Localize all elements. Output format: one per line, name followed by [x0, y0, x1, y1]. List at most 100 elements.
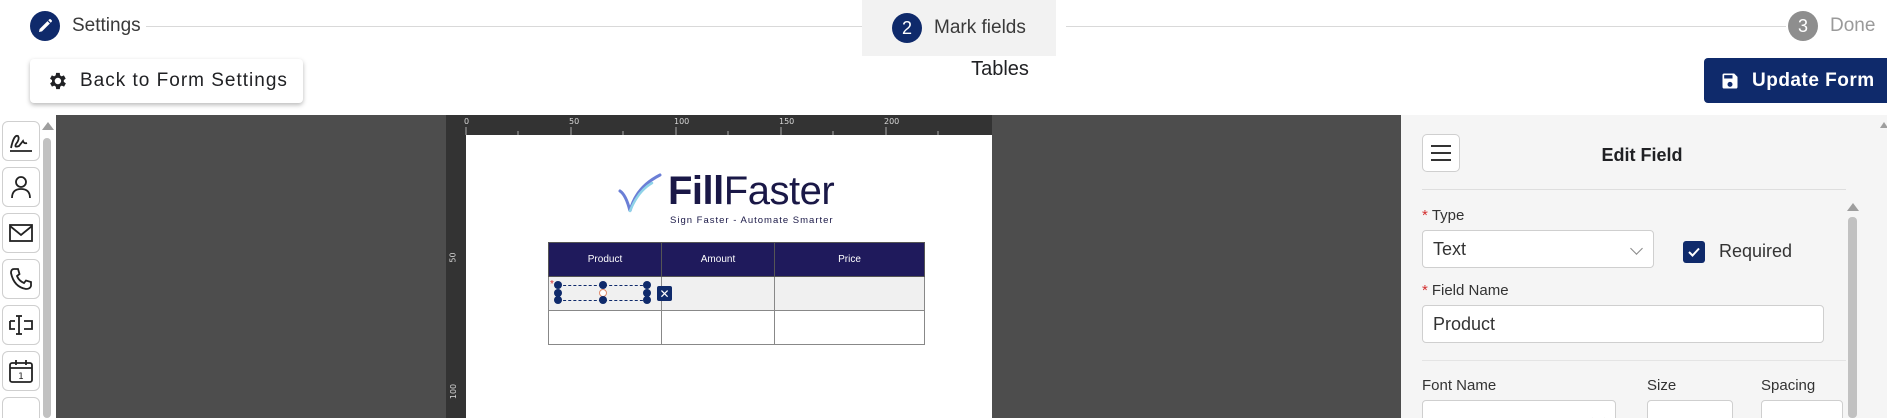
required-checkbox[interactable]: [1683, 241, 1705, 263]
checkmark-icon: [1688, 247, 1700, 257]
panel-scrollbar[interactable]: [1847, 203, 1859, 418]
required-star: *: [1422, 282, 1428, 299]
ruler-label: 100: [449, 383, 459, 400]
back-button-label: Back to Form Settings: [80, 70, 288, 91]
field-name-label: * Field Name: [1422, 282, 1509, 299]
document-page[interactable]: FillFaster Sign Faster - Automate Smarte…: [466, 135, 992, 418]
stepper-connector: [146, 26, 881, 27]
email-tool[interactable]: [2, 213, 40, 253]
chevron-down-icon: [1630, 242, 1643, 255]
table-cell[interactable]: [774, 310, 925, 345]
document-canvas[interactable]: 0 50 100 150 200 50 100 FillFaster Sign …: [56, 115, 1401, 418]
back-to-form-settings-button[interactable]: Back to Form Settings: [30, 59, 303, 103]
resize-handle[interactable]: [554, 296, 562, 304]
horizontal-ruler: 0 50 100 150 200: [446, 115, 992, 135]
required-star: *: [1422, 207, 1428, 224]
selected-text-field[interactable]: [554, 281, 651, 304]
ruler-label: 200: [884, 117, 900, 126]
save-icon: [1722, 73, 1738, 88]
name-tool[interactable]: [2, 167, 40, 207]
scroll-up-arrow-icon[interactable]: [42, 122, 54, 130]
hamburger-icon: [1431, 159, 1451, 161]
type-label-text: Type: [1431, 207, 1465, 224]
app-root: Settings 2 Mark fields 3 Done Back to Fo…: [0, 0, 1887, 418]
type-label: * Type: [1422, 207, 1464, 224]
table-header-price: Price: [774, 242, 925, 277]
step-done[interactable]: 3 Done: [1788, 11, 1875, 41]
panel-title: Edit Field: [1601, 145, 1683, 165]
resize-handle[interactable]: [599, 281, 607, 289]
pencil-icon: [30, 11, 60, 41]
logo-wordmark-bold: Fill: [668, 169, 724, 213]
more-tool[interactable]: [2, 397, 40, 418]
ruler-label: 150: [779, 117, 795, 126]
step-settings[interactable]: Settings: [30, 11, 141, 41]
resize-handle[interactable]: [599, 296, 607, 304]
field-name-input[interactable]: Product: [1422, 305, 1824, 343]
field-name-value: Product: [1433, 313, 1496, 334]
tool-strip-scrollbar[interactable]: [42, 122, 54, 418]
scrollbar-thumb[interactable]: [1848, 217, 1857, 418]
scroll-up-arrow-icon[interactable]: [1847, 203, 1859, 211]
ruler-label: 50: [569, 117, 580, 126]
hamburger-icon: [1431, 145, 1451, 147]
table-cell[interactable]: [661, 310, 775, 345]
step-label: Mark fields: [934, 17, 1026, 38]
person-icon: [11, 176, 31, 199]
panel-menu-button[interactable]: [1422, 134, 1460, 172]
page-scroll-up-arrow-icon[interactable]: [1880, 122, 1887, 128]
spacing-label: Spacing: [1761, 377, 1816, 394]
hamburger-icon: [1431, 152, 1451, 154]
size-input[interactable]: [1647, 400, 1733, 418]
type-select[interactable]: Text: [1422, 230, 1654, 268]
step-number: 2: [892, 13, 922, 43]
resize-handle[interactable]: [554, 281, 562, 289]
fillfaster-logo: FillFaster Sign Faster - Automate Smarte…: [616, 169, 846, 229]
step-label: Settings: [72, 15, 141, 36]
logo-wordmark-light: Faster: [723, 169, 835, 213]
stepper-connector: [1066, 26, 1786, 27]
svg-text:1: 1: [18, 372, 24, 382]
section-divider: [1422, 360, 1846, 361]
font-name-select[interactable]: [1422, 400, 1616, 418]
ruler-label: 50: [448, 252, 458, 263]
edit-field-panel: Edit Field * Type Text Required * Field Na…: [1401, 115, 1887, 418]
table-cell[interactable]: [661, 276, 775, 311]
phone-icon: [10, 268, 32, 290]
vertical-ruler: 50 100: [446, 135, 466, 418]
table-header-amount: Amount: [661, 242, 775, 277]
scrollbar-thumb[interactable]: [43, 138, 51, 418]
text-field-tool[interactable]: [2, 305, 40, 345]
date-tool[interactable]: 1: [2, 351, 40, 391]
update-form-button[interactable]: Update Form: [1704, 58, 1887, 103]
step-mark-fields[interactable]: 2 Mark fields: [862, 0, 1056, 56]
chevron-down-icon: [1592, 412, 1605, 418]
step-number: 3: [1788, 11, 1818, 41]
logo-tagline: Sign Faster - Automate Smarter: [670, 215, 834, 226]
signature-icon: [10, 134, 32, 152]
text-field-icon: [9, 315, 33, 335]
font-name-label: Font Name: [1422, 377, 1497, 394]
signature-tool[interactable]: [2, 121, 40, 161]
resize-handle[interactable]: [643, 281, 651, 289]
logo-mark-icon: [618, 173, 662, 213]
ruler-label: 0: [464, 117, 470, 126]
stepper: Settings 2 Mark fields 3 Done: [0, 0, 1887, 56]
resize-handle[interactable]: [643, 296, 651, 304]
spacing-input[interactable]: [1761, 400, 1843, 418]
step-label: Done: [1830, 15, 1876, 36]
panel-divider: [1422, 189, 1846, 190]
update-button-label: Update Form: [1752, 69, 1875, 91]
phone-tool[interactable]: [2, 259, 40, 299]
page-title: Tables: [971, 58, 1029, 80]
logo-wordmark: FillFaster: [668, 169, 835, 214]
gear-icon: [50, 72, 66, 90]
table-cell[interactable]: [548, 310, 662, 345]
calendar-icon: 1: [9, 360, 33, 383]
table-cell[interactable]: [774, 276, 925, 311]
delete-field-close-icon[interactable]: ✕: [657, 286, 672, 301]
table-header-product: Product: [548, 242, 662, 277]
type-select-value: Text: [1433, 238, 1467, 259]
field-name-label-text: Field Name: [1431, 282, 1509, 299]
ruler-label: 100: [674, 117, 690, 126]
